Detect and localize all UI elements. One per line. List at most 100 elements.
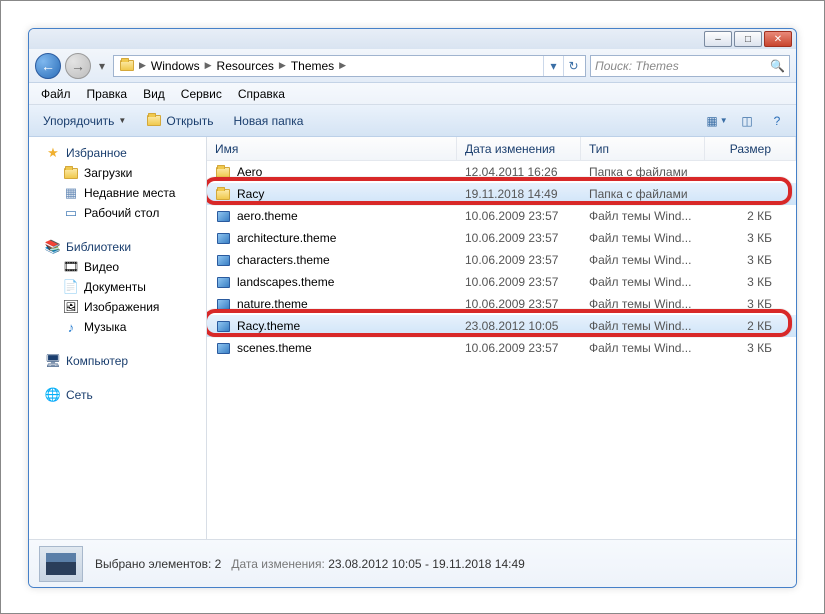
file-name: Racy	[237, 187, 264, 201]
file-row[interactable]: characters.theme10.06.2009 23:57Файл тем…	[207, 249, 796, 271]
sidebar-network[interactable]: 🌐Сеть	[29, 385, 206, 405]
menu-tools[interactable]: Сервис	[173, 85, 230, 103]
navigation-bar: ← → ▾ ▶ Windows ▶ Resources ▶ Themes ▶ ▾…	[29, 49, 796, 83]
sidebar-item-videos[interactable]: 🎞Видео	[29, 257, 206, 277]
details-pane: Выбрано элементов: 2 Дата изменения: 23.…	[29, 539, 796, 587]
status-selection-count: Выбрано элементов: 2	[95, 557, 221, 571]
file-name: scenes.theme	[237, 341, 312, 355]
file-name: architecture.theme	[237, 231, 336, 245]
organize-button[interactable]: Упорядочить▼	[35, 111, 134, 131]
crumb-sep-icon: ▶	[138, 60, 147, 71]
downloads-icon	[63, 165, 79, 181]
file-type: Файл темы Wind...	[589, 209, 713, 223]
file-name: Racy.theme	[237, 319, 300, 333]
menu-bar: Файл Правка Вид Сервис Справка	[29, 83, 796, 105]
menu-file[interactable]: Файл	[33, 85, 79, 103]
back-button[interactable]: ←	[35, 53, 61, 79]
file-row[interactable]: aero.theme 10.06.2009 23:57Файл темы Wind…	[207, 205, 796, 227]
history-dropdown[interactable]: ▾	[95, 56, 109, 76]
view-options-button[interactable]: ▦▼	[704, 110, 730, 132]
location-icon	[119, 58, 135, 74]
star-icon: ★	[45, 145, 61, 161]
file-name: characters.theme	[237, 253, 330, 267]
file-row[interactable]: Aero12.04.2011 16:26Папка с файлами	[207, 161, 796, 183]
command-bar: Упорядочить▼ Открыть Новая папка ▦▼ ◫ ?	[29, 105, 796, 137]
file-date: 10.06.2009 23:57	[465, 231, 589, 245]
address-bar[interactable]: ▶ Windows ▶ Resources ▶ Themes ▶ ▾ ↻	[113, 55, 586, 77]
file-date: 10.06.2009 23:57	[465, 253, 589, 267]
music-icon: ♪	[63, 319, 79, 335]
file-date: 19.11.2018 14:49	[465, 187, 589, 201]
file-date: 10.06.2009 23:57	[465, 341, 589, 355]
file-size: 3 КБ	[713, 231, 796, 245]
menu-view[interactable]: Вид	[135, 85, 173, 103]
sidebar-libraries[interactable]: 📚Библиотеки	[29, 237, 206, 257]
sidebar-favorites[interactable]: ★Избранное	[29, 143, 206, 163]
file-date: 10.06.2009 23:57	[465, 275, 589, 289]
crumb-sep-icon: ▶	[204, 60, 213, 71]
status-date-label: Дата изменения:	[231, 557, 325, 571]
file-row[interactable]: landscapes.theme10.06.2009 23:57Файл тем…	[207, 271, 796, 293]
breadcrumb[interactable]: Windows	[147, 56, 204, 76]
recent-icon: ▦	[63, 185, 79, 201]
help-button[interactable]: ?	[764, 110, 790, 132]
new-folder-button[interactable]: Новая папка	[225, 111, 311, 131]
theme-file-icon	[215, 340, 231, 356]
open-button[interactable]: Открыть	[138, 110, 221, 132]
breadcrumb[interactable]: Themes	[287, 56, 338, 76]
column-date[interactable]: Дата изменения	[457, 137, 581, 160]
close-button[interactable]: ✕	[764, 31, 792, 47]
column-size[interactable]: Размер	[705, 137, 796, 160]
menu-edit[interactable]: Правка	[79, 85, 136, 103]
address-dropdown-button[interactable]: ▾	[543, 56, 563, 76]
title-bar: – □ ✕	[29, 29, 796, 49]
file-row[interactable]: Racy.theme23.08.2012 10:05Файл темы Wind…	[207, 315, 796, 337]
column-type[interactable]: Тип	[581, 137, 705, 160]
theme-file-icon	[215, 252, 231, 268]
file-size: 3 КБ	[713, 253, 796, 267]
libraries-icon: 📚	[45, 239, 61, 255]
file-name: aero.theme	[237, 209, 298, 223]
preview-pane-button[interactable]: ◫	[734, 110, 760, 132]
search-input[interactable]: Поиск: Themes 🔍	[590, 55, 790, 77]
pictures-icon: 🖼	[63, 299, 79, 315]
documents-icon: 📄	[63, 279, 79, 295]
breadcrumb[interactable]: Resources	[213, 56, 278, 76]
refresh-button[interactable]: ↻	[563, 56, 583, 76]
file-type: Папка с файлами	[589, 165, 713, 179]
folder-icon	[215, 164, 231, 180]
file-type: Файл темы Wind...	[589, 319, 713, 333]
sidebar-item-pictures[interactable]: 🖼Изображения	[29, 297, 206, 317]
navigation-pane: ★Избранное Загрузки ▦Недавние места ▭Раб…	[29, 137, 207, 539]
file-type: Файл темы Wind...	[589, 231, 713, 245]
file-size: 3 КБ	[713, 297, 796, 311]
video-icon: 🎞	[63, 259, 79, 275]
sidebar-item-documents[interactable]: 📄Документы	[29, 277, 206, 297]
theme-file-icon	[215, 274, 231, 290]
theme-file-icon	[215, 318, 231, 334]
menu-help[interactable]: Справка	[230, 85, 293, 103]
theme-file-icon	[215, 296, 231, 312]
sidebar-item-music[interactable]: ♪Музыка	[29, 317, 206, 337]
file-row[interactable]: scenes.theme10.06.2009 23:57Файл темы Wi…	[207, 337, 796, 359]
minimize-button[interactable]: –	[704, 31, 732, 47]
file-type: Файл темы Wind...	[589, 275, 713, 289]
theme-file-icon	[215, 208, 231, 224]
status-date-value: 23.08.2012 10:05 - 19.11.2018 14:49	[328, 557, 525, 571]
sidebar-item-downloads[interactable]: Загрузки	[29, 163, 206, 183]
file-type: Файл темы Wind...	[589, 297, 713, 311]
column-name[interactable]: Имя	[207, 137, 457, 160]
file-date: 10.06.2009 23:57	[465, 209, 589, 223]
file-date: 12.04.2011 16:26	[465, 165, 589, 179]
sidebar-item-desktop[interactable]: ▭Рабочий стол	[29, 203, 206, 223]
sidebar-item-recent[interactable]: ▦Недавние места	[29, 183, 206, 203]
sidebar-computer[interactable]: 🖥Компьютер	[29, 351, 206, 371]
file-row[interactable]: Racy19.11.2018 14:49Папка с файлами	[207, 183, 796, 205]
file-row[interactable]: nature.theme10.06.2009 23:57Файл темы Wi…	[207, 293, 796, 315]
file-list-pane: Имя Дата изменения Тип Размер Aero12.04.…	[207, 137, 796, 539]
maximize-button[interactable]: □	[734, 31, 762, 47]
forward-button[interactable]: →	[65, 53, 91, 79]
search-icon: 🔍	[770, 59, 785, 73]
open-icon	[146, 113, 162, 129]
file-row[interactable]: architecture.theme 10.06.2009 23:57Файл т…	[207, 227, 796, 249]
